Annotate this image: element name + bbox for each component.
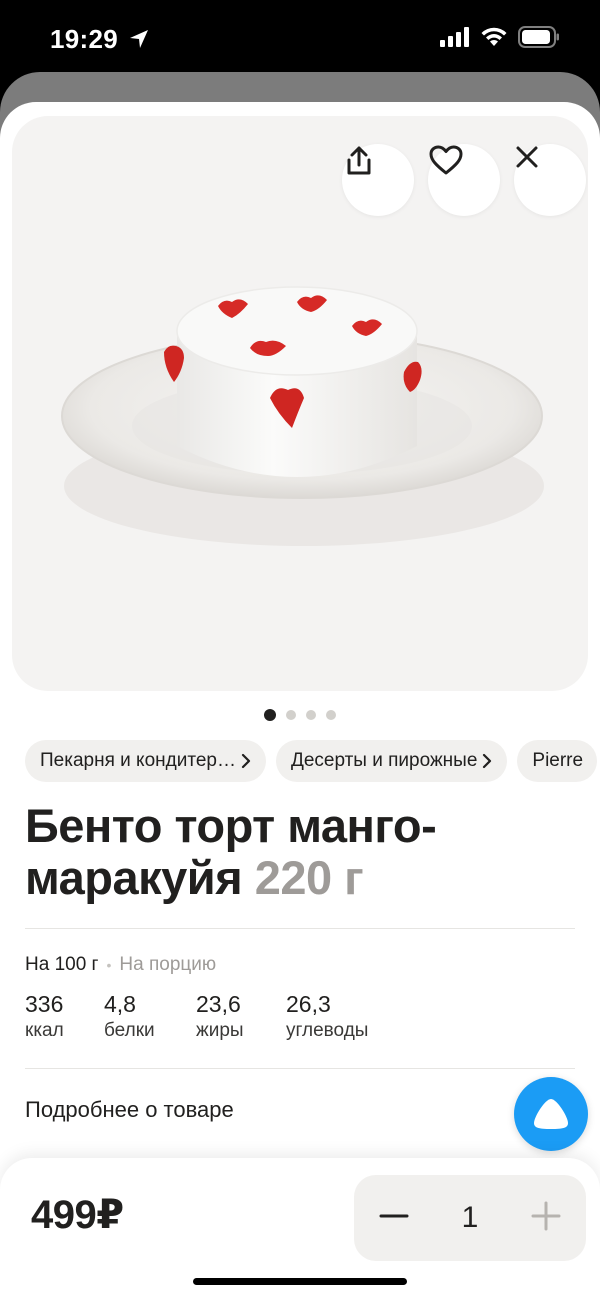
share-icon: [347, 146, 371, 175]
nutrition-label: белки: [104, 1020, 155, 1041]
product-name: Бенто торт манго-маракуйя: [25, 799, 437, 904]
decrease-button[interactable]: [378, 1200, 410, 1237]
minus-icon: [379, 1214, 409, 1217]
nutrition-facts: 336 ккал 4,8 белки 23,6 жиры 26,3 углево…: [25, 990, 396, 1044]
separator-dot: •: [106, 957, 112, 973]
battery-icon: [518, 26, 559, 48]
pager-dot[interactable]: [306, 710, 316, 720]
nutrition-label: жиры: [196, 1020, 244, 1041]
alice-assistant-button[interactable]: [514, 1077, 588, 1151]
wifi-icon: [481, 27, 507, 46]
signal-icon: [440, 27, 469, 47]
product-title: Бенто торт манго-маракуйя 220 г: [25, 800, 585, 904]
nutrition-fat: 23,6 жиры: [196, 990, 286, 1044]
close-icon: [516, 146, 538, 168]
nutrition-protein: 4,8 белки: [104, 990, 196, 1044]
chip-desserts[interactable]: Десерты и пирожные: [275, 740, 508, 782]
status-icons: [440, 26, 560, 48]
cake-illustration: [61, 286, 544, 546]
status-time-text: 19:29: [50, 24, 118, 54]
favorite-button[interactable]: [428, 144, 500, 216]
bottom-cart-bar: 499₽ 1: [0, 1158, 600, 1297]
nutrition-value: 26,3: [286, 991, 331, 1017]
product-card: Пекарня и кондитер… Десерты и пирожные P…: [0, 102, 600, 1297]
chip-label: Пекарня и кондитер…: [40, 750, 236, 771]
tab-per-100g[interactable]: На 100 г: [25, 954, 98, 976]
divider: [25, 1068, 575, 1069]
home-indicator: [193, 1278, 407, 1285]
quantity-stepper: 1: [354, 1175, 586, 1261]
chevron-right-icon: [483, 753, 492, 769]
chip-label: Pierre: [532, 750, 584, 771]
plus-icon: [531, 1201, 561, 1230]
alice-icon: [534, 1099, 568, 1129]
chip-brand[interactable]: Pierre: [517, 740, 598, 782]
product-image[interactable]: [12, 116, 588, 691]
product-weight: 220 г: [254, 851, 364, 904]
chevron-right-icon: [241, 753, 251, 769]
nutrition-label: углеводы: [286, 1020, 369, 1041]
status-bar: 19:29: [0, 0, 600, 80]
product-details-link[interactable]: Подробнее о товаре: [25, 1097, 234, 1123]
pager-dot[interactable]: [326, 710, 336, 720]
nutrition-tabs: На 100 г • На порцию: [25, 954, 216, 976]
image-pager[interactable]: [0, 709, 600, 721]
nutrition-value: 336: [25, 991, 64, 1017]
divider: [25, 928, 575, 929]
nutrition-label: ккал: [25, 1020, 64, 1041]
nutrition-value: 4,8: [104, 991, 136, 1017]
nutrition-kcal: 336 ккал: [25, 990, 104, 1044]
quantity-value: 1: [461, 1201, 479, 1234]
chip-bakery[interactable]: Пекарня и кондитер…: [25, 740, 266, 782]
category-chips: Пекарня и кондитер… Десерты и пирожные P…: [25, 740, 598, 782]
nutrition-value: 23,6: [196, 991, 241, 1017]
product-price: 499₽: [31, 1193, 124, 1237]
share-button[interactable]: [342, 144, 414, 216]
tab-per-portion[interactable]: На порцию: [119, 954, 216, 976]
nutrition-carbs: 26,3 углеводы: [286, 990, 396, 1044]
close-button[interactable]: [514, 144, 586, 216]
pager-dot-active[interactable]: [264, 709, 276, 721]
location-arrow-icon: [129, 30, 148, 48]
increase-button[interactable]: [530, 1200, 562, 1237]
chip-label: Десерты и пирожные: [290, 750, 478, 771]
heart-icon: [429, 145, 463, 175]
status-time: 19:29: [50, 24, 150, 55]
pager-dot[interactable]: [286, 710, 296, 720]
